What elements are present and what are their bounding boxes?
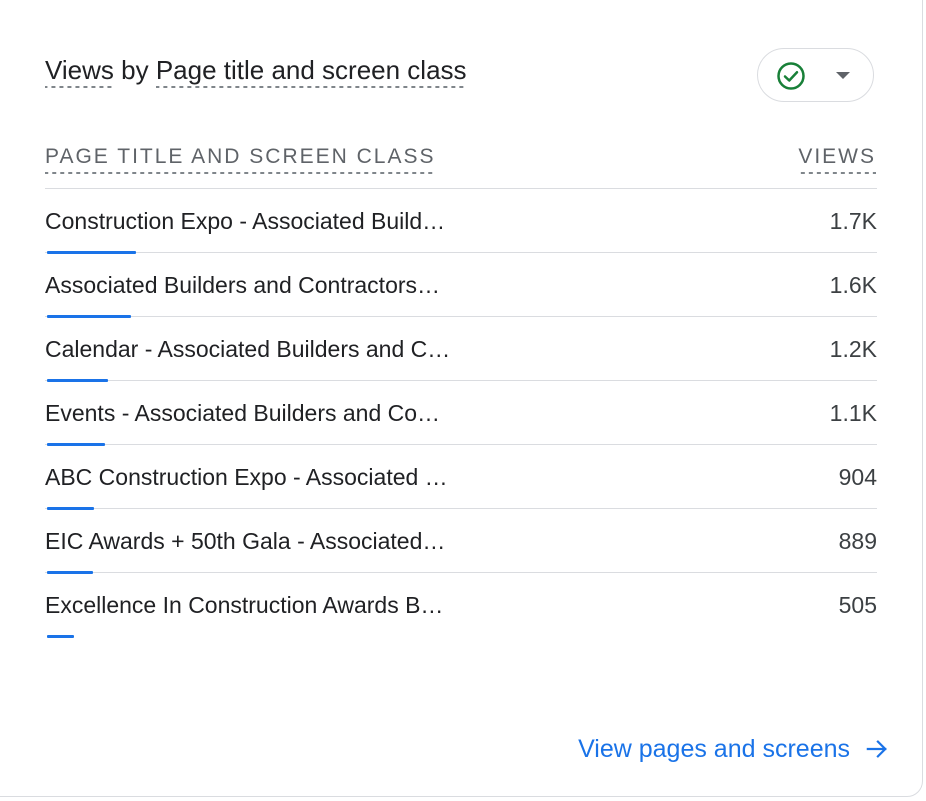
row-value: 889	[838, 528, 877, 554]
table-row: Construction Expo - Associated Build… 1.…	[45, 189, 877, 254]
row-label: EIC Awards + 50th Gala - Associated…	[45, 528, 446, 554]
row-label: Associated Builders and Contractors…	[45, 272, 441, 298]
title-metric[interactable]: Views	[45, 55, 114, 88]
title-dimension[interactable]: Page title and screen class	[155, 55, 467, 88]
row-bar	[47, 635, 74, 638]
table-row: Events - Associated Builders and Co… 1.1…	[45, 381, 877, 446]
table-row: EIC Awards + 50th Gala - Associated… 889	[45, 509, 877, 574]
table-row: ABC Construction Expo - Associated … 904	[45, 445, 877, 510]
dimension-column-header[interactable]: PAGE TITLE AND SCREEN CLASS	[45, 142, 436, 174]
check-circle-icon	[777, 62, 805, 90]
row-label: ABC Construction Expo - Associated …	[45, 464, 448, 490]
metric-column-header[interactable]: VIEWS	[798, 142, 876, 174]
row-label: Excellence In Construction Awards B…	[45, 592, 444, 618]
row-value: 1.1K	[829, 400, 877, 426]
row-value: 904	[838, 464, 877, 490]
table-row: Excellence In Construction Awards B… 505	[45, 573, 877, 638]
row-label: Construction Expo - Associated Build…	[45, 208, 446, 234]
row-value: 1.7K	[829, 208, 877, 234]
title-connector: by	[113, 55, 156, 85]
status-dropdown-button[interactable]	[757, 48, 874, 102]
table-body: Construction Expo - Associated Build… 1.…	[45, 189, 877, 638]
table-row: Calendar - Associated Builders and C… 1.…	[45, 317, 877, 382]
table-row: Associated Builders and Contractors… 1.6…	[45, 253, 877, 318]
arrow-right-icon	[866, 740, 887, 758]
row-label: Calendar - Associated Builders and C…	[45, 336, 451, 362]
row-value: 1.6K	[829, 272, 877, 298]
row-label: Events - Associated Builders and Co…	[45, 400, 441, 426]
card-title: Views by Page title and screen class	[45, 53, 467, 88]
view-pages-and-screens-link[interactable]: View pages and screens	[578, 733, 888, 765]
row-value: 1.2K	[829, 336, 877, 362]
chevron-down-icon	[836, 72, 850, 79]
footer-link-label: View pages and screens	[578, 735, 850, 763]
row-value: 505	[838, 592, 877, 618]
